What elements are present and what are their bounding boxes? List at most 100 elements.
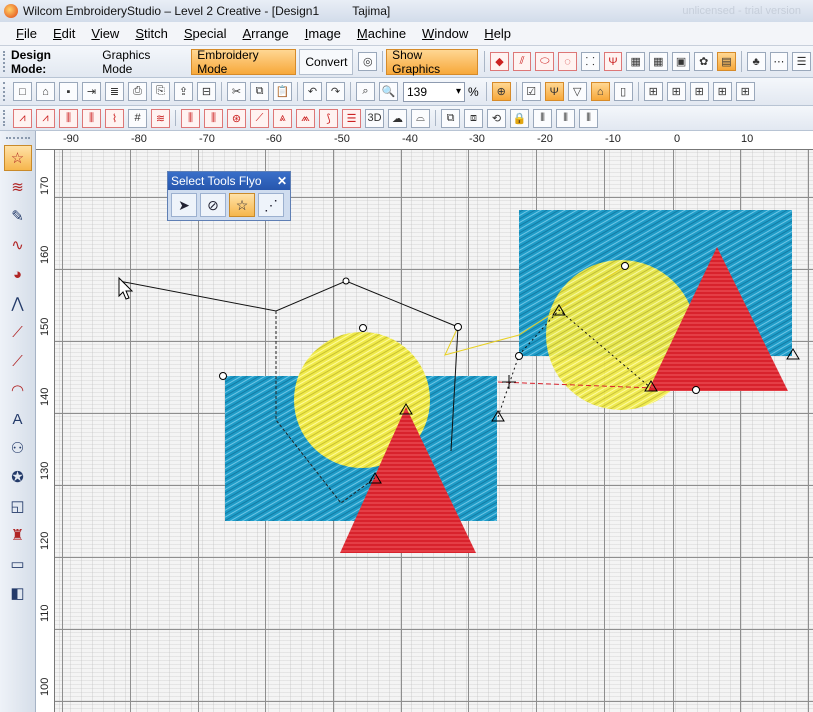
zoom-input[interactable]: 139: [403, 81, 465, 102]
node-handle[interactable]: [621, 262, 629, 270]
satin-fill-icon[interactable]: ⫼: [181, 108, 200, 128]
lettering-icon[interactable]: A: [4, 406, 32, 432]
step-fill-icon[interactable]: ⌇: [105, 108, 124, 128]
open-folder-icon[interactable]: ⌂: [36, 82, 55, 101]
reshape-nodes-icon[interactable]: ⋀: [4, 290, 32, 316]
arc-tool-icon[interactable]: ◠: [4, 377, 32, 403]
menu-view[interactable]: View: [83, 26, 127, 41]
space-icon[interactable]: ⫴: [556, 108, 575, 128]
distribute-icon[interactable]: ⫴: [533, 108, 552, 128]
toolbar-grip[interactable]: [3, 50, 7, 73]
zoom-icon[interactable]: 🔍: [379, 82, 398, 101]
menu-help[interactable]: Help: [476, 26, 519, 41]
menu-image[interactable]: Image: [297, 26, 349, 41]
triple-run-icon[interactable]: ⩘: [36, 108, 55, 128]
gauge-icon[interactable]: ▯: [613, 82, 633, 101]
order-icon[interactable]: ⫴: [579, 108, 598, 128]
select-tool-icon[interactable]: ☆: [229, 193, 255, 217]
zoom-box-icon[interactable]: ⌕: [356, 82, 375, 101]
applique-icon[interactable]: ♜: [4, 522, 32, 548]
color-icon[interactable]: ✿: [694, 52, 714, 71]
group-icon[interactable]: ⧉: [441, 108, 460, 128]
menu-file[interactable]: File: [8, 26, 45, 41]
reshape-stitch-icon[interactable]: ≋: [4, 174, 32, 200]
toolbar-grip[interactable]: [3, 109, 7, 127]
embroidery-mode-button[interactable]: Embroidery Mode: [191, 48, 297, 76]
tatami-fill-icon[interactable]: ⫼: [204, 108, 223, 128]
select-by-color-icon[interactable]: ⊘: [200, 193, 226, 217]
menu-machine[interactable]: Machine: [349, 26, 414, 41]
list-icon[interactable]: ☰: [792, 52, 811, 71]
zigzag-fill-icon[interactable]: ⩕: [296, 108, 315, 128]
undo-icon[interactable]: ↶: [303, 82, 322, 101]
redo-icon[interactable]: ↷: [326, 82, 345, 101]
convert-button[interactable]: Convert: [299, 48, 354, 75]
menu-edit[interactable]: Edit: [45, 26, 83, 41]
people-icon[interactable]: ⚇: [4, 435, 32, 461]
trace-icon[interactable]: ⸬: [580, 52, 600, 71]
align-right-icon[interactable]: ⊞: [689, 82, 709, 101]
basket-icon[interactable]: ⌓: [411, 108, 430, 128]
hoop-grid-icon[interactable]: ▦: [649, 52, 668, 71]
monogram-icon[interactable]: ✪: [4, 464, 32, 490]
node-handle[interactable]: [515, 352, 523, 360]
cloud-icon[interactable]: ☁: [388, 108, 407, 128]
digitize-pen-icon[interactable]: ✎: [4, 203, 32, 229]
leaf-icon[interactable]: ◆: [490, 52, 509, 71]
checkbox-icon[interactable]: ☑: [521, 82, 541, 101]
graphics-mode-button[interactable]: Graphics Mode: [96, 48, 188, 76]
cut-icon[interactable]: ✂: [227, 82, 246, 101]
design-canvas[interactable]: [55, 150, 813, 712]
lasso-icon[interactable]: ◌: [558, 52, 577, 71]
align-top-icon[interactable]: ⊞: [712, 82, 732, 101]
color-wheel-icon[interactable]: ◕: [4, 261, 32, 287]
contour-fill-icon[interactable]: ⩓: [273, 108, 292, 128]
node-handle[interactable]: [219, 372, 227, 380]
grid-icon[interactable]: ▦: [626, 52, 645, 71]
polyline-tool-icon[interactable]: ⟋: [4, 348, 32, 374]
line-tool-icon[interactable]: ⟋: [4, 319, 32, 345]
toolbar-grip[interactable]: [3, 82, 7, 101]
close-icon[interactable]: ✕: [274, 174, 290, 188]
tree-icon[interactable]: ♣: [746, 52, 766, 71]
satin-icon[interactable]: ⫽: [512, 52, 532, 71]
stitch-mode-icon[interactable]: ⌂: [590, 82, 610, 101]
print-preview-icon[interactable]: ⎘: [151, 82, 170, 101]
node-handle[interactable]: [692, 386, 700, 394]
align-left-icon[interactable]: ⊞: [643, 82, 663, 101]
align-middle-icon[interactable]: ⊞: [735, 82, 755, 101]
hoop-icon[interactable]: ⊕: [491, 82, 511, 101]
export-icon[interactable]: ⇥: [82, 82, 101, 101]
polygon-select-icon[interactable]: ⋰: [258, 193, 284, 217]
pattern-fill-icon[interactable]: ≋: [151, 108, 170, 128]
image-icon[interactable]: ▣: [671, 52, 691, 71]
menu-window[interactable]: Window: [414, 26, 476, 41]
show-graphics-button[interactable]: Show Graphics: [386, 48, 479, 76]
funnel-icon[interactable]: ▽: [567, 82, 587, 101]
satin-stitch-icon[interactable]: ⫼: [59, 108, 78, 128]
fill-outline-icon[interactable]: ⬭: [535, 52, 555, 71]
send-icon[interactable]: ⇪: [174, 82, 193, 101]
save-icon[interactable]: ▪: [59, 82, 78, 101]
menu-arrange[interactable]: Arrange: [234, 26, 296, 41]
node-handle[interactable]: [342, 277, 350, 285]
menu-special[interactable]: Special: [176, 26, 235, 41]
split-icon[interactable]: ◧: [4, 580, 32, 606]
paste-icon[interactable]: 📋: [273, 82, 292, 101]
lock-icon[interactable]: 🔒: [510, 108, 529, 128]
select-object-icon[interactable]: ➤: [171, 193, 197, 217]
3d-icon[interactable]: 3D: [365, 108, 384, 128]
wave-fill-icon[interactable]: ⟆: [319, 108, 338, 128]
menu-stitch[interactable]: Stitch: [127, 26, 176, 41]
rectangle-icon[interactable]: ▭: [4, 551, 32, 577]
node-handle[interactable]: [454, 323, 462, 331]
radial-fill-icon[interactable]: ⊛: [227, 108, 246, 128]
globe-icon[interactable]: ◎: [358, 52, 378, 71]
palette-icon[interactable]: ▤: [717, 52, 736, 71]
freehand-icon[interactable]: ∿: [4, 232, 32, 258]
copy-icon[interactable]: ⧉: [250, 82, 269, 101]
properties-icon[interactable]: ≣: [105, 82, 124, 101]
stripe-fill-icon[interactable]: ☰: [342, 108, 361, 128]
transform-icon[interactable]: ⟲: [487, 108, 506, 128]
fan-fill-icon[interactable]: ⟋: [250, 108, 269, 128]
